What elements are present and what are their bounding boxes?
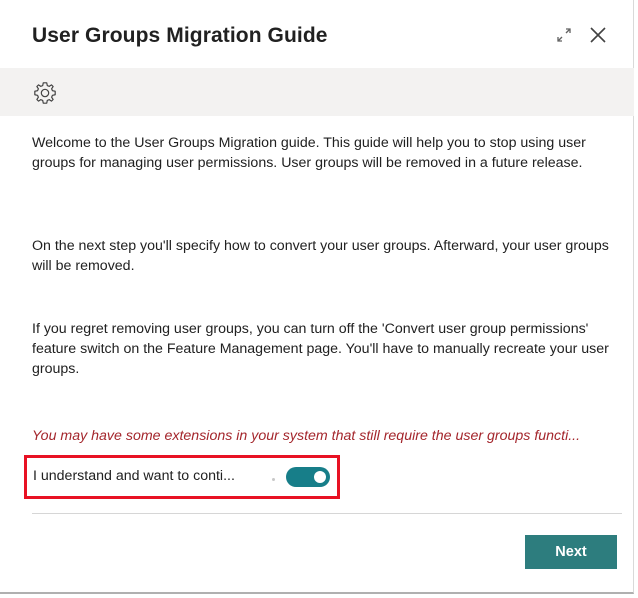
close-button[interactable] xyxy=(585,22,611,48)
next-button[interactable]: Next xyxy=(525,535,617,569)
gear-icon[interactable] xyxy=(32,80,58,106)
expand-button[interactable] xyxy=(553,24,575,46)
dialog-title: User Groups Migration Guide xyxy=(32,24,328,47)
consent-label: I understand and want to conti... xyxy=(33,468,235,484)
close-icon xyxy=(590,27,606,43)
extensions-warning: You may have some extensions in your sys… xyxy=(32,428,581,444)
dialog-header: User Groups Migration Guide xyxy=(0,0,634,68)
footer-divider xyxy=(32,513,622,514)
regret-paragraph: If you regret removing user groups, you … xyxy=(32,321,609,377)
toggle-knob xyxy=(314,471,326,483)
welcome-paragraph: Welcome to the User Groups Migration gui… xyxy=(32,135,586,171)
field-separator-dot xyxy=(272,478,275,481)
dialog-toolbar xyxy=(0,68,634,116)
consent-row: I understand and want to conti... xyxy=(24,455,340,499)
consent-toggle[interactable] xyxy=(286,467,330,487)
expand-icon xyxy=(557,28,571,42)
migration-guide-dialog: User Groups Migration Guide Welcome to t… xyxy=(0,0,634,594)
next-step-paragraph: On the next step you'll specify how to c… xyxy=(32,238,609,274)
